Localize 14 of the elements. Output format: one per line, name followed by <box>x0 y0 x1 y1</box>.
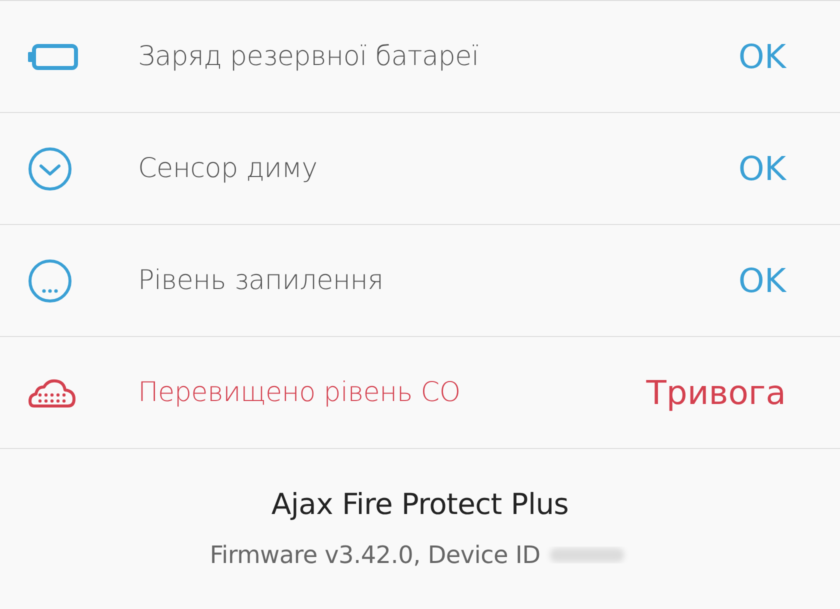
sensor-status: Тривога <box>646 373 786 412</box>
sensor-status: OK <box>738 37 786 76</box>
device-name: Ajax Fire Protect Plus <box>271 487 569 521</box>
sensor-status: OK <box>738 149 786 188</box>
dotted-circle-icon <box>28 258 72 302</box>
firmware-info: Firmware v3.42.0, Device ID <box>210 541 540 569</box>
sensor-label: Сенсор диму <box>138 153 318 184</box>
battery-icon <box>28 44 78 70</box>
cloud-icon <box>28 378 76 408</box>
sensor-label: Рівень запилення <box>138 265 384 296</box>
sensor-label: Перевищено рівень CO <box>138 377 462 408</box>
sensor-label: Заряд резервної батареї <box>138 41 480 72</box>
sensor-status: OK <box>738 261 786 300</box>
chevron-down-circle-icon <box>28 146 72 190</box>
